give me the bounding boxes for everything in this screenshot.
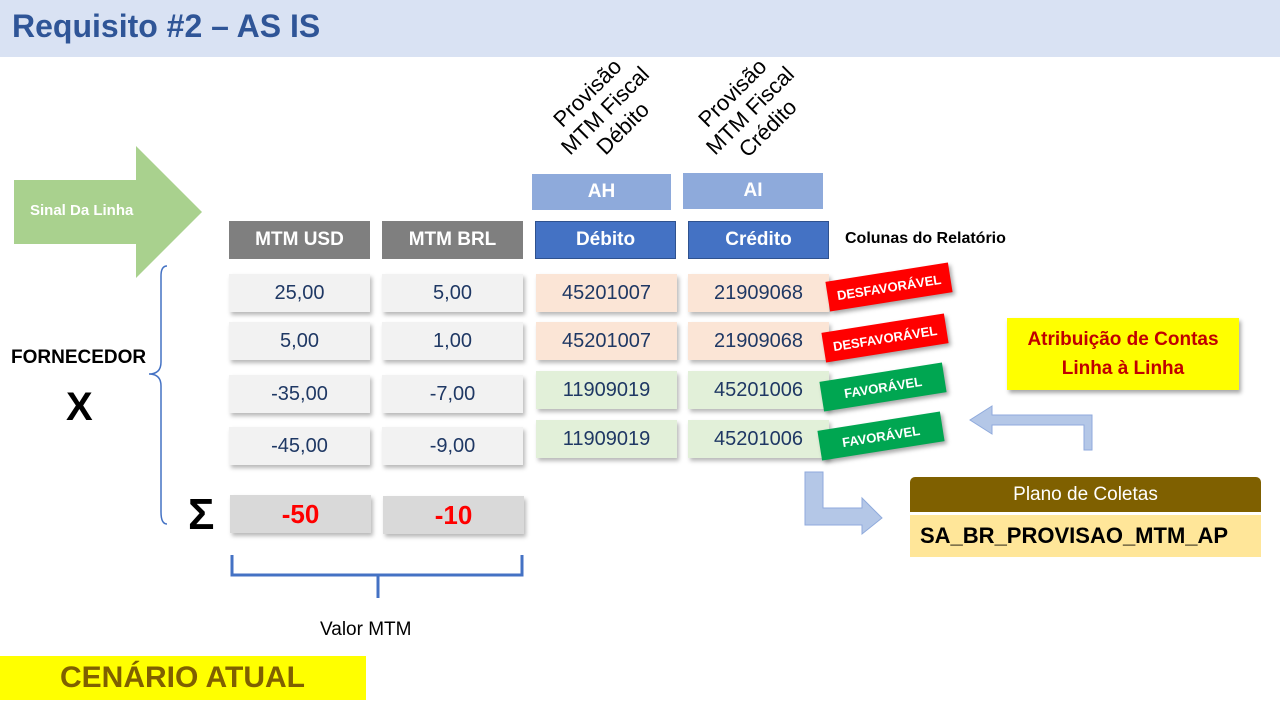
cell-brl: 5,00 [382,274,523,312]
page-title: Requisito #2 – AS IS [12,8,321,44]
cell-brl: -9,00 [382,427,523,465]
header-mtm-brl: MTM BRL [382,221,523,259]
status-badge-favorable: FAVORÁVEL [817,411,945,461]
cell-debit: 45201007 [536,274,677,312]
cell-usd: 25,00 [229,274,370,312]
report-columns-label: Colunas do Relatório [845,230,1006,247]
header-credit: Crédito [688,221,829,259]
rotated-header-credit: Provisão MTM Fiscal Crédito [674,34,826,186]
supplier-value: X [66,385,93,429]
header-debit: Débito [535,221,676,259]
elbow-arrow-right-icon [804,471,883,536]
cell-usd: 5,00 [229,322,370,360]
cell-credit: 21909068 [688,274,829,312]
supplier-label: FORNECEDOR [11,347,147,368]
cell-usd: -35,00 [229,375,370,413]
scenario-badge: CENÁRIO ATUAL [0,656,366,700]
total-usd: -50 [230,495,371,533]
elbow-arrow-left-icon [969,405,1093,451]
attribution-line: Atribuição de Contas [1027,329,1219,350]
cell-brl: -7,00 [382,375,523,413]
header-mtm-usd: MTM USD [229,221,370,259]
cell-usd: -45,00 [229,427,370,465]
cell-brl: 1,00 [382,322,523,360]
arrow-label: Sinal Da Linha [30,202,134,219]
sigma-icon: Σ [188,490,215,539]
cell-credit: 21909068 [688,322,829,360]
plan-label: Plano de Coletas [910,477,1261,512]
status-badge-unfavorable: DESFAVORÁVEL [821,313,949,363]
rotated-header-debit: Provisão MTM Fiscal Débito [529,34,681,186]
cell-debit: 11909019 [536,371,677,409]
attribution-box: Atribuição de Contas Linha à Linha [1007,318,1239,390]
valor-mtm-label: Valor MTM [320,619,412,640]
status-badge-favorable: FAVORÁVEL [819,362,947,412]
total-brl: -10 [383,496,524,534]
column-letter-credit: AI [683,173,823,209]
cell-credit: 45201006 [688,371,829,409]
cell-credit: 45201006 [688,420,829,458]
column-letter-debit: AH [532,174,671,210]
cell-debit: 45201007 [536,322,677,360]
plan-value: SA_BR_PROVISAO_MTM_AP [910,515,1261,557]
status-badge-unfavorable: DESFAVORÁVEL [825,262,953,312]
attribution-line: Linha à Linha [1061,358,1185,379]
bottom-bracket-icon [230,555,524,598]
brace-icon [148,265,168,525]
cell-debit: 11909019 [536,420,677,458]
